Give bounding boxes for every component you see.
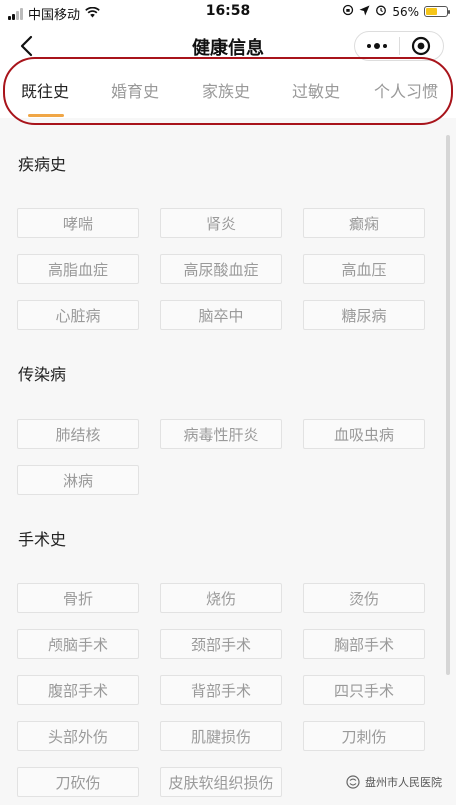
tag-option[interactable]: 颅脑手术	[17, 629, 139, 659]
tag-option[interactable]: 四只手术	[303, 675, 425, 705]
section-title-disease-history: 疾病史	[18, 155, 67, 174]
battery-label: 56%	[392, 4, 419, 19]
tag-option[interactable]: 刀刺伤	[303, 721, 425, 751]
tag-option[interactable]: 刀砍伤	[17, 767, 139, 797]
battery-icon	[424, 6, 450, 17]
tag-option[interactable]: 皮肤软组织损伤	[160, 767, 282, 797]
status-right: 56%	[342, 4, 450, 19]
tag-option[interactable]: 病毒性肝炎	[160, 419, 282, 449]
more-dot-icon	[383, 44, 387, 48]
tab-bar: 既往史 婚育史 家族史 过敏史 个人习惯	[0, 68, 456, 118]
location-icon	[359, 5, 370, 19]
tab-marital-history[interactable]: 婚育史	[111, 78, 159, 102]
wechat-channel-icon	[346, 775, 360, 789]
alarm-icon	[375, 4, 387, 19]
tag-option[interactable]: 背部手术	[160, 675, 282, 705]
scrollbar[interactable]	[446, 135, 450, 675]
tag-option[interactable]: 烧伤	[160, 583, 282, 613]
more-button[interactable]	[355, 32, 399, 60]
tag-option[interactable]: 癫痫	[303, 208, 425, 238]
tag-option[interactable]: 头部外伤	[17, 721, 139, 751]
watermark: 盘州市人民医院	[346, 774, 442, 790]
tag-option[interactable]: 高脂血症	[17, 254, 139, 284]
more-dot-icon	[374, 43, 380, 49]
tag-option[interactable]: 胸部手术	[303, 629, 425, 659]
active-tab-indicator	[28, 114, 64, 117]
tag-option[interactable]: 肌腱损伤	[160, 721, 282, 751]
tag-option[interactable]: 高尿酸血症	[160, 254, 282, 284]
tag-option[interactable]: 颈部手术	[160, 629, 282, 659]
tag-option[interactable]: 腹部手术	[17, 675, 139, 705]
back-button[interactable]	[14, 32, 38, 60]
watermark-text: 盘州市人民医院	[365, 776, 442, 789]
tag-option[interactable]: 肺结核	[17, 419, 139, 449]
section-title-surgery-history: 手术史	[18, 530, 67, 549]
close-button[interactable]	[400, 32, 443, 60]
tag-option[interactable]: 高血压	[303, 254, 425, 284]
chevron-left-icon	[20, 35, 33, 57]
tag-option[interactable]: 心脏病	[17, 300, 139, 330]
tag-option[interactable]: 血吸虫病	[303, 419, 425, 449]
mini-program-capsule	[354, 31, 444, 61]
tag-option[interactable]: 骨折	[17, 583, 139, 613]
tag-option[interactable]: 淋病	[17, 465, 139, 495]
tag-option[interactable]: 烫伤	[303, 583, 425, 613]
section-title-infectious-disease: 传染病	[18, 365, 67, 384]
tag-option[interactable]: 肾炎	[160, 208, 282, 238]
tab-family-history[interactable]: 家族史	[202, 78, 250, 102]
tag-option[interactable]: 哮喘	[17, 208, 139, 238]
status-bar: 中国移动 16:58 56%	[0, 0, 456, 24]
more-dot-icon	[367, 44, 371, 48]
tab-allergy-history[interactable]: 过敏史	[292, 78, 340, 102]
tag-option[interactable]: 糖尿病	[303, 300, 425, 330]
tab-personal-habits[interactable]: 个人习惯	[374, 78, 438, 102]
tag-option[interactable]: 脑卒中	[160, 300, 282, 330]
tab-past-history[interactable]: 既往史	[21, 78, 69, 102]
target-close-icon	[412, 36, 431, 56]
orientation-lock-icon	[342, 4, 354, 19]
navigation-bar: 健康信息	[0, 24, 456, 68]
